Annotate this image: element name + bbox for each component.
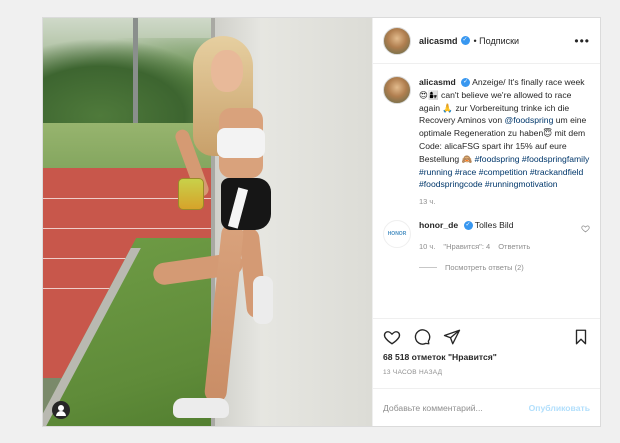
caption: alicasmd ✓ Anzeige/ It's finally race we…	[383, 76, 590, 191]
username-link[interactable]: alicasmd	[419, 36, 458, 46]
follow-status[interactable]: • Подписки	[474, 36, 520, 46]
emoji: 😍👩‍👧	[419, 89, 439, 100]
reply-button[interactable]: Ответить	[498, 242, 530, 251]
more-icon[interactable]: •••	[574, 34, 590, 48]
emoji: 🙏	[442, 102, 454, 113]
comment-input[interactable]	[383, 402, 529, 413]
comment-time: 10 ч.	[419, 242, 436, 252]
athlete-bottle	[178, 178, 204, 210]
avatar[interactable]	[383, 26, 411, 55]
action-bar	[373, 318, 600, 354]
heart-icon[interactable]	[383, 328, 401, 346]
divider	[419, 267, 437, 269]
caption-username[interactable]: alicasmd	[419, 77, 456, 87]
athlete-shoe	[173, 398, 229, 418]
add-comment-bar: Опубликовать	[373, 388, 600, 426]
caption-part: Anzeige/ It's finally race week	[472, 77, 585, 87]
comment-text: Tolles Bild	[474, 220, 514, 231]
caption-text: alicasmd ✓ Anzeige/ It's finally race we…	[419, 76, 590, 191]
caption-time: 13 ч.	[419, 197, 436, 207]
comment-username[interactable]: honor_de	[419, 220, 458, 230]
athlete-shoe-raised	[253, 276, 273, 324]
emoji: 😇	[543, 128, 553, 139]
comment-heart-icon[interactable]	[581, 224, 590, 233]
athlete-face	[211, 50, 243, 92]
emoji: 🙈	[461, 153, 473, 164]
publish-button[interactable]: Опубликовать	[529, 403, 590, 413]
comments-area[interactable]: alicasmd ✓ Anzeige/ It's finally race we…	[373, 64, 600, 318]
likes-count[interactable]: 68 518 отметок "Нравится"	[373, 352, 600, 362]
post-header: alicasmd ✓ • Подписки •••	[373, 18, 600, 64]
comment-icon[interactable]	[413, 328, 431, 346]
posted-time: 13 ЧАСОВ НАЗАД	[383, 369, 443, 376]
comment-item: HONOR honor_de ✓ Tolles Bild 10 ч. "Нрав…	[383, 220, 590, 251]
comment-body: honor_de ✓ Tolles Bild 10 ч. "Нравится":…	[419, 220, 579, 251]
share-icon[interactable]	[443, 328, 461, 346]
view-replies-label: Посмотреть ответы (2)	[445, 263, 524, 273]
caption-avatar[interactable]	[383, 76, 411, 104]
user-tag-icon[interactable]	[52, 401, 70, 419]
verified-icon: ✓	[463, 221, 473, 231]
comment-avatar[interactable]: HONOR	[383, 220, 411, 249]
post-modal: alicasmd ✓ • Подписки ••• alicasmd ✓ Anz…	[42, 17, 601, 427]
view-replies-button[interactable]: Посмотреть ответы (2)	[419, 263, 590, 272]
verified-icon: ✓	[460, 36, 470, 45]
mention-link[interactable]: @foodspring	[505, 115, 554, 125]
comment-likes[interactable]: "Нравится": 4	[443, 242, 490, 251]
post-photo[interactable]	[43, 18, 372, 426]
athlete-top	[217, 128, 265, 158]
bookmark-icon[interactable]	[572, 328, 590, 346]
post-panel: alicasmd ✓ • Подписки ••• alicasmd ✓ Anz…	[372, 18, 600, 426]
verified-icon: ✓	[461, 78, 471, 88]
comment-meta: 10 ч. "Нравится": 4 Ответить	[419, 242, 579, 251]
